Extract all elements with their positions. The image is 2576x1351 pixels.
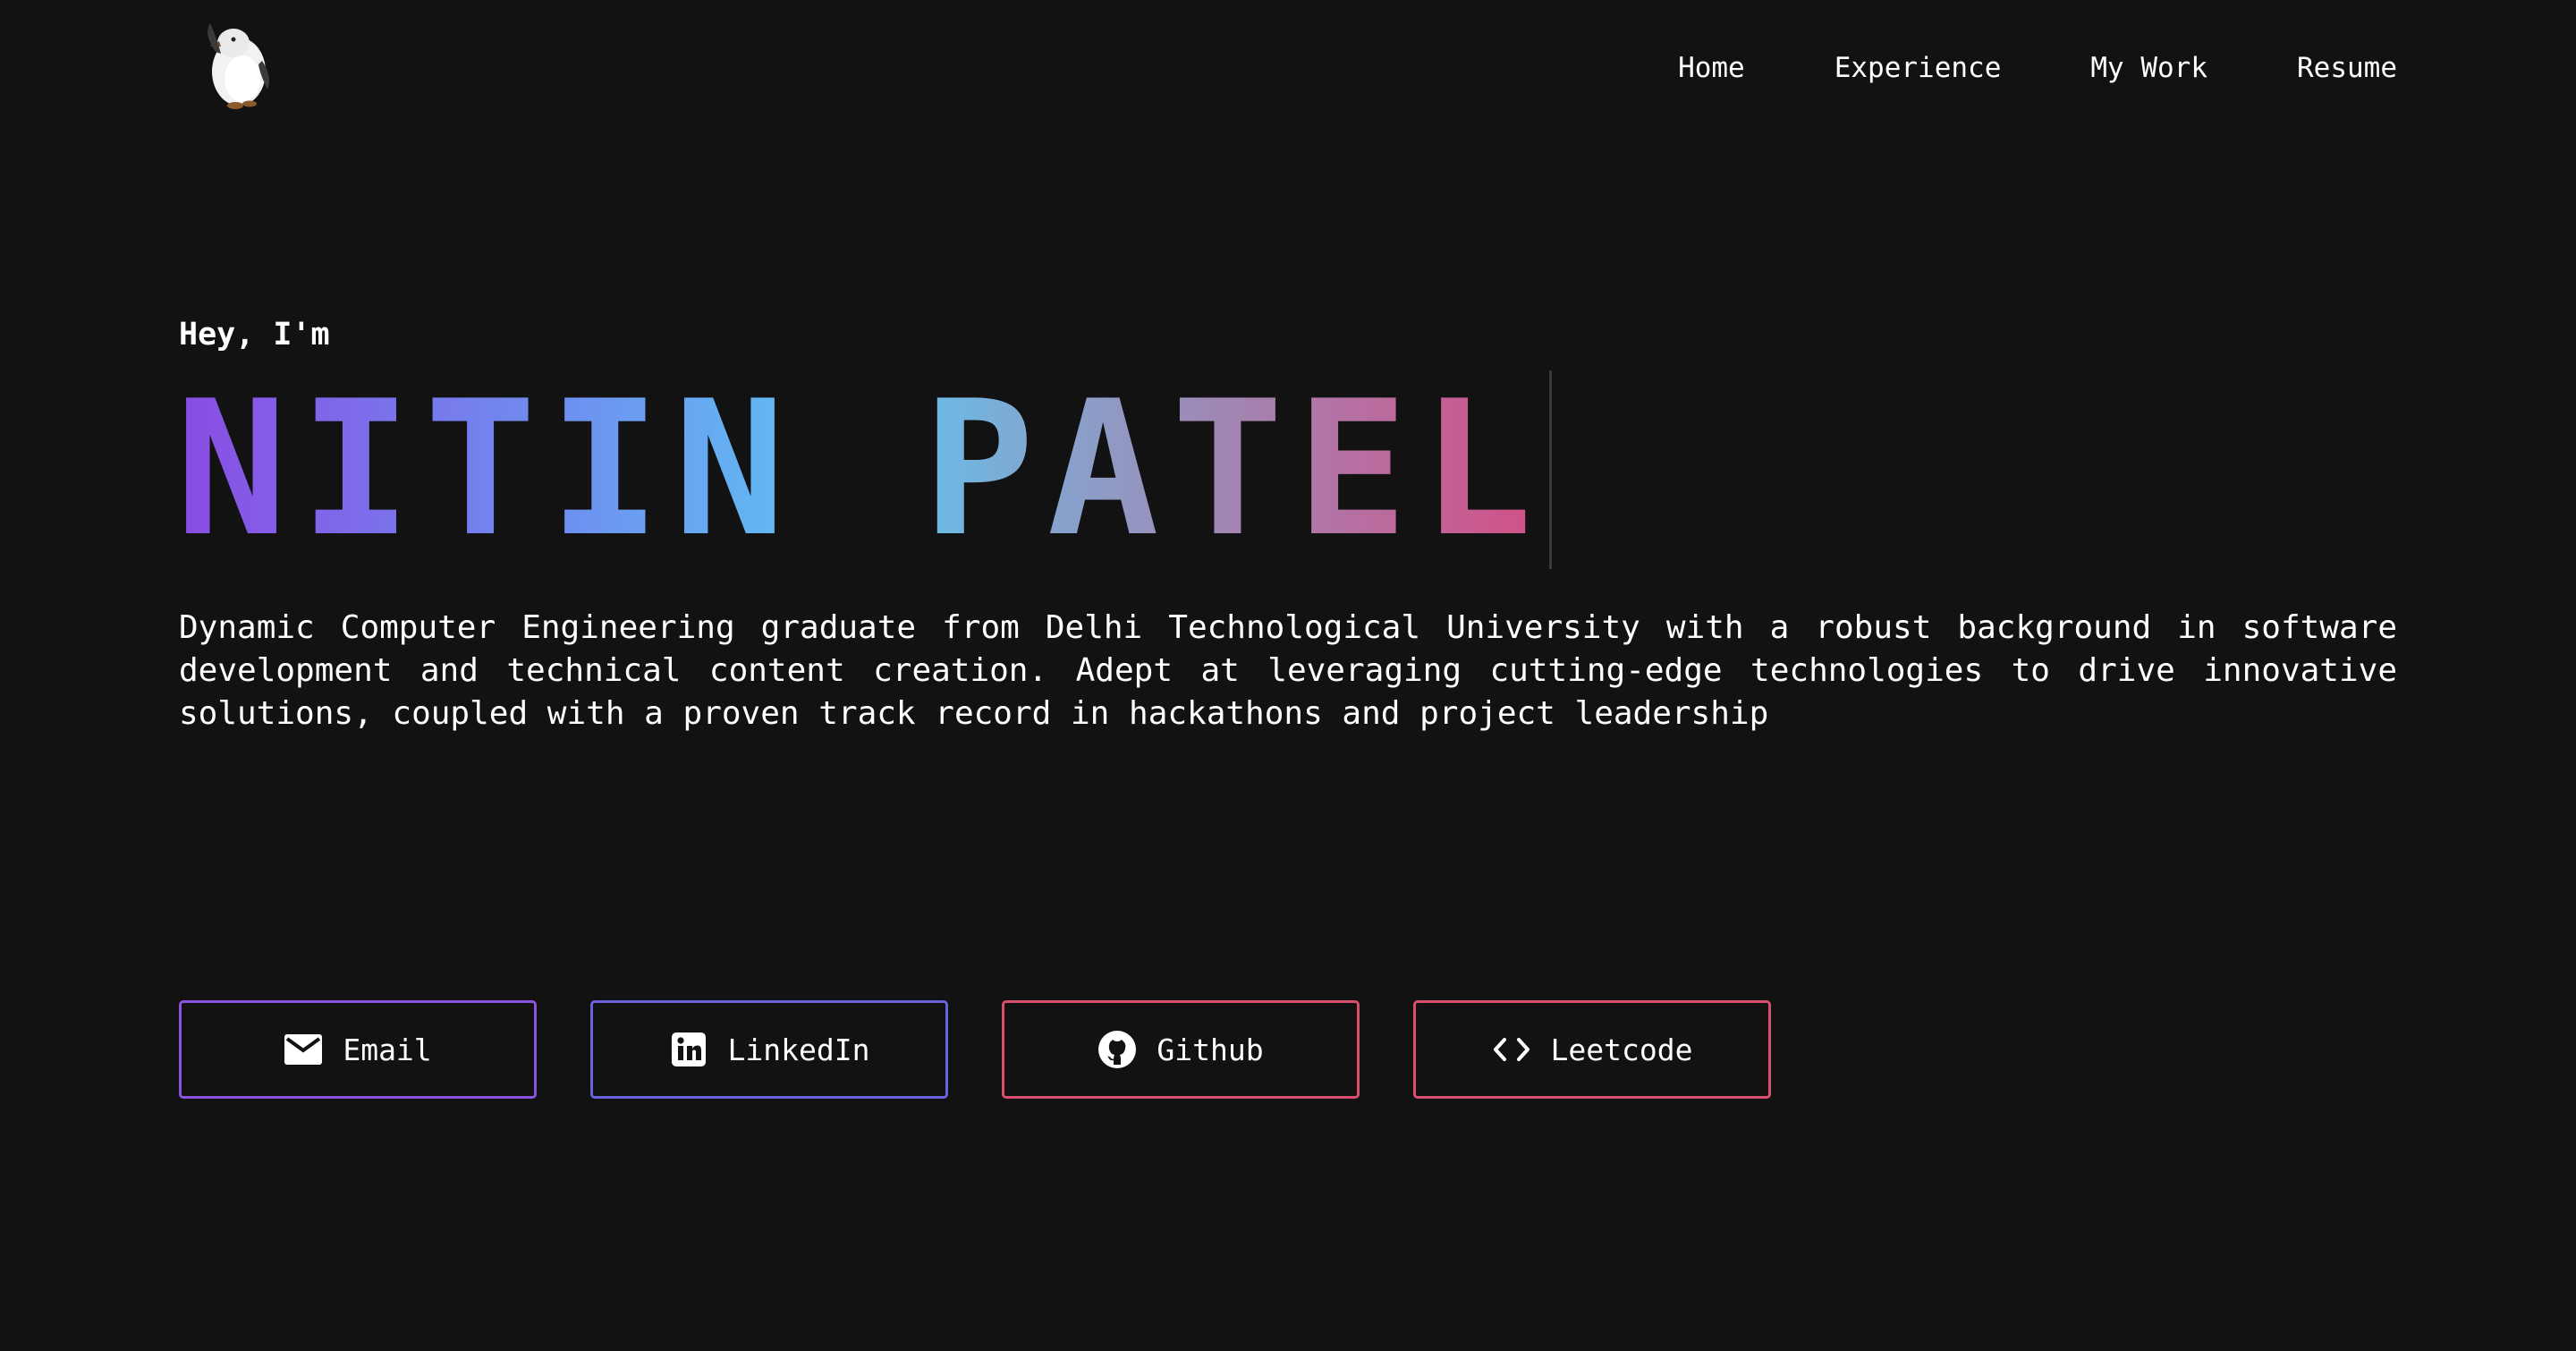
mail-icon: [284, 1030, 323, 1069]
linkedin-button[interactable]: LinkedIn: [590, 1000, 948, 1099]
nav-my-work-link[interactable]: My Work: [2090, 47, 2207, 89]
nav-resume-link[interactable]: Resume: [2297, 47, 2397, 89]
code-brackets-icon: [1492, 1030, 1531, 1069]
nav-home-link[interactable]: Home: [1678, 47, 1745, 89]
hero-greeting: Hey, I'm: [179, 317, 330, 353]
email-button[interactable]: Email: [179, 1000, 537, 1099]
leetcode-button-label: Leetcode: [1550, 1032, 1693, 1067]
hero-name: NITIN PATEL: [175, 362, 1552, 577]
nav-experience-link[interactable]: Experience: [1835, 47, 2002, 89]
linkedin-button-label: LinkedIn: [727, 1032, 870, 1067]
nav-links: Home Experience My Work Resume: [1589, 47, 2397, 89]
linkedin-icon: [669, 1030, 708, 1069]
hero-name-text: NITIN PATEL: [175, 361, 1546, 578]
leetcode-button[interactable]: Leetcode: [1413, 1000, 1771, 1099]
hero-bio: Dynamic Computer Engineering graduate fr…: [179, 609, 2397, 732]
github-button-label: Github: [1157, 1032, 1264, 1067]
email-button-label: Email: [343, 1032, 432, 1067]
contact-buttons: Email LinkedIn Github Leetcode: [179, 1000, 1825, 1099]
penguin-logo-icon[interactable]: [183, 7, 291, 115]
typing-caret: [1548, 370, 1552, 569]
github-button[interactable]: Github: [1002, 1000, 1360, 1099]
github-icon: [1097, 1030, 1137, 1069]
